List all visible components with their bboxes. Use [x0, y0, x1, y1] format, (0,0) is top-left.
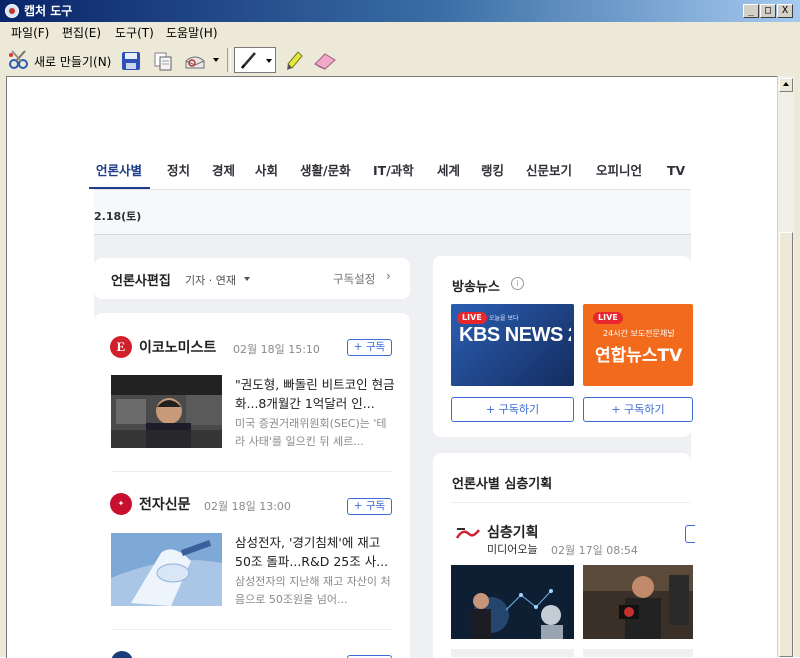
tab-newspaper[interactable]: 신문보기 [526, 163, 572, 179]
live-badge: LIVE [593, 312, 623, 324]
tab-tv[interactable]: TV [667, 163, 685, 179]
new-capture-button[interactable]: 새로 만들기(N) [6, 48, 116, 72]
pen-dropdown-arrow-icon[interactable] [266, 59, 272, 63]
photo-robot-thinker [451, 565, 574, 639]
economist-logo: E [110, 336, 132, 358]
snipping-tool-app-icon [5, 4, 19, 18]
pen-icon [241, 52, 256, 69]
tab-press[interactable]: 언론사별 [96, 163, 142, 179]
deep-dive-thumbnail[interactable] [583, 565, 693, 639]
broadcast-news-card: 방송뉴스 i LIVE 오늘을 보다 KBS NEWS 24 LIVE 24시간… [433, 256, 693, 437]
channel-name: 연합뉴스TV [595, 346, 683, 366]
subscription-settings-link[interactable]: 구독설정 [333, 271, 375, 287]
item-divider [111, 629, 392, 630]
tab-it-science[interactable]: IT/과학 [373, 163, 414, 179]
maximize-button[interactable]: □ [760, 4, 776, 18]
press-name[interactable]: 이코노미스트 [139, 337, 216, 357]
menu-tools[interactable]: 도구(T) [115, 26, 154, 40]
subscribe-channel-button[interactable]: + 구독하기 [451, 397, 574, 422]
article-headline[interactable]: 삼성전자, '경기침체'에 재고 50조 돌파...R&D 25조 사... [235, 533, 395, 571]
menu-file[interactable]: 파일(F) [11, 26, 49, 40]
media-today-logo-mark [455, 528, 480, 539]
press-name[interactable]: 미디어오늘 [487, 541, 538, 557]
section-divider [451, 502, 691, 503]
live-badge: LIVE [457, 312, 487, 324]
highlighter-icon[interactable] [284, 50, 304, 72]
article-summary[interactable]: 미국 증권거래위원회(SEC)는 '테라 사태'를 일으킨 뒤 세르... [235, 415, 395, 451]
dropdown-arrow-icon[interactable] [213, 58, 219, 62]
subscribe-channel-button[interactable]: + 구독하기 [583, 397, 693, 422]
subscribe-button[interactable]: + 구독 [347, 498, 392, 515]
article-headline[interactable]: "권도형, 빠돌린 비트코인 현금화...8개월간 1억달러 인... [235, 375, 395, 413]
press-edit-title: 언론사편집 [111, 274, 171, 289]
deep-dive-title: 언론사별 심층기획 [452, 477, 553, 492]
photo-samsung-chip [111, 533, 222, 606]
tab-economy[interactable]: 경제 [212, 163, 235, 179]
tab-life-culture[interactable]: 생활/문화 [300, 163, 351, 179]
copy-icon[interactable] [153, 51, 173, 71]
channel-tagline: 24시간 보도전문채널 [603, 329, 675, 338]
menu-help[interactable]: 도움말(H) [166, 26, 218, 40]
capture-canvas: 언론사별 정치 경제 사회 생활/문화 IT/과학 세계 랭킹 신문보기 오피니… [6, 76, 778, 658]
thumbnail-caption[interactable] [583, 649, 693, 657]
toolbar: 새로 만들기(N) [0, 44, 800, 76]
email-icon[interactable] [184, 51, 206, 71]
tab-ranking[interactable]: 랭킹 [481, 163, 504, 179]
article-thumbnail[interactable] [111, 533, 222, 606]
current-date: 2.18(토) [94, 210, 142, 223]
toolbar-separator [227, 48, 231, 72]
article-timestamp: 02월 17일 08:54 [551, 544, 638, 557]
scroll-up-arrow-icon[interactable] [779, 78, 793, 92]
broadcast-news-title: 방송뉴스 [452, 280, 500, 295]
subscribe-button[interactable]: + 구독 [347, 339, 392, 356]
window-titlebar[interactable]: 캡처 도구 _ □ X [0, 0, 800, 22]
window-frame-right [794, 76, 800, 657]
tab-opinion[interactable]: 오피니언 [596, 163, 642, 179]
new-capture-label: 새로 만들기(N) [34, 55, 112, 69]
filter-caret-icon[interactable] [244, 277, 250, 281]
scissors-icon [9, 50, 28, 69]
minimize-button[interactable]: _ [743, 4, 759, 18]
menu-edit[interactable]: 편집(E) [62, 26, 101, 40]
info-icon[interactable]: i [511, 277, 524, 290]
tab-world[interactable]: 세계 [437, 163, 460, 179]
yonhap-news-tv-channel[interactable]: LIVE 24시간 보도전문채널 연합뉴스TV [583, 304, 693, 386]
thumbnail-caption[interactable] [451, 649, 574, 657]
kbs-news24-channel[interactable]: LIVE 오늘을 보다 KBS NEWS 24 [451, 304, 574, 386]
article-timestamp: 02월 18일 15:10 [233, 343, 320, 356]
article-summary[interactable]: 삼성전자의 지난해 재고 자산이 처음으로 50조원을 넘어... [235, 573, 395, 609]
press-feed-card: E 이코노미스트 02월 18일 15:10 + 구독 "권도형, 빠돌린 비트… [94, 313, 410, 658]
vertical-scrollbar[interactable] [777, 76, 795, 657]
photo-courtroom [111, 375, 222, 448]
tab-society[interactable]: 사회 [255, 163, 278, 179]
chevron-right-icon[interactable]: › [386, 269, 391, 283]
menu-bar: 파일(F) 편집(E) 도구(T) 도움말(H) [0, 22, 800, 44]
channel-name: KBS NEWS 24 [459, 324, 571, 346]
date-band [94, 190, 691, 235]
scroll-thumb[interactable] [779, 232, 793, 657]
item-divider [111, 471, 392, 472]
subscribe-button[interactable] [685, 525, 695, 543]
reporter-series-filter[interactable]: 기자 · 연재 [185, 272, 236, 288]
channel-tagline: 오늘을 보다 [489, 315, 519, 322]
close-button[interactable]: X [777, 4, 793, 18]
deep-dive-card: 언론사별 심층기획 심층기획 미디어오늘 02월 17일 08:54 [433, 453, 695, 658]
pen-tool-button[interactable] [234, 47, 276, 73]
window-title: 캡처 도구 [24, 4, 73, 18]
series-title[interactable]: 심층기획 [487, 522, 539, 542]
press-name[interactable]: 전자신문 [139, 494, 191, 514]
photo-broadcaster [583, 565, 693, 639]
article-timestamp: 02월 18일 13:00 [204, 500, 291, 513]
media-today-logo [455, 526, 481, 542]
press-edit-header: 언론사편집 기자 · 연재 구독설정 › [94, 258, 410, 299]
tab-politics[interactable]: 정치 [167, 163, 190, 179]
save-icon[interactable] [121, 51, 141, 71]
article-thumbnail[interactable] [111, 375, 222, 448]
deep-dive-thumbnail[interactable] [451, 565, 574, 639]
eraser-icon[interactable] [313, 52, 337, 70]
etnews-logo: ✦ [110, 493, 132, 515]
